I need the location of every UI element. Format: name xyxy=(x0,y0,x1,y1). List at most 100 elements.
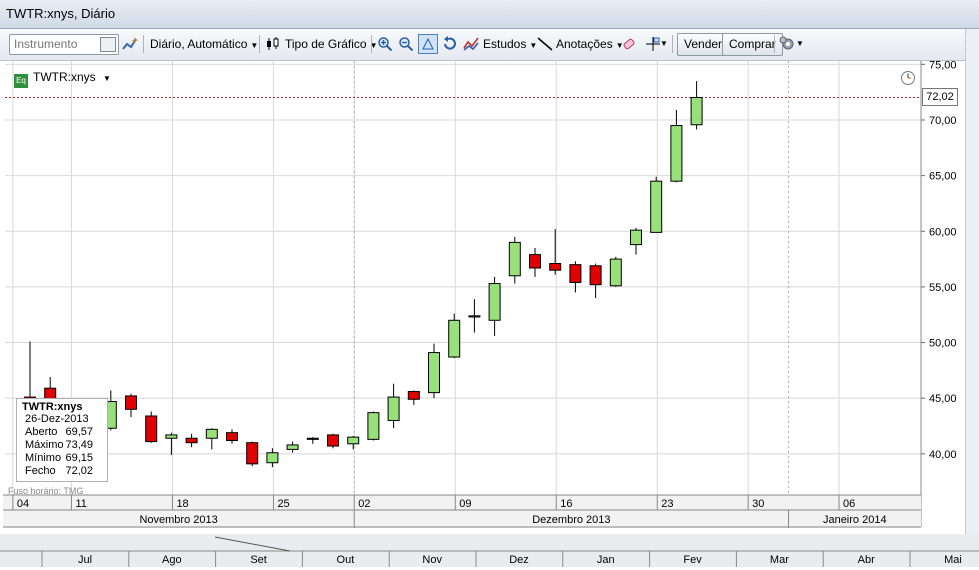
candle-body xyxy=(448,319,461,358)
candle xyxy=(529,247,541,277)
last-price-label: 72,02 xyxy=(922,88,958,106)
toolbar-separator xyxy=(259,35,260,53)
eraser-icon[interactable] xyxy=(621,36,637,52)
chevron-down-icon[interactable]: ▼ xyxy=(103,74,111,83)
candle xyxy=(327,433,339,449)
candle xyxy=(650,176,663,233)
tooltip-label: Aberto xyxy=(25,426,58,438)
timeline-month-label: Fev xyxy=(683,554,702,566)
candle xyxy=(488,276,501,336)
timeline-month-label: Out xyxy=(337,554,355,566)
chart-toolbar: + Diário, Automático▼ Tipo de Gráfico▼ E… xyxy=(0,29,979,61)
window-title: TWTR:xnys, Diário xyxy=(6,6,116,21)
tooltip-label: Fecho xyxy=(25,465,56,477)
chart-type-dropdown[interactable]: Tipo de Gráfico ▼ xyxy=(285,34,378,54)
zoom-out-icon[interactable] xyxy=(398,36,414,52)
chevron-down-icon[interactable]: ▼ xyxy=(660,34,668,54)
candle xyxy=(246,441,259,467)
x-tick-label: 04 xyxy=(17,498,29,510)
clock-icon[interactable] xyxy=(900,70,916,86)
candle xyxy=(690,81,703,130)
candle xyxy=(508,236,521,284)
candle xyxy=(589,263,602,299)
candle-body xyxy=(327,434,339,447)
candle xyxy=(630,227,642,255)
period-dropdown[interactable]: Diário, Automático ▼ xyxy=(150,34,258,54)
candle-body xyxy=(589,265,602,286)
y-tick-label: 60,00 xyxy=(929,226,957,238)
month-label: Dezembro 2013 xyxy=(532,514,610,526)
candle xyxy=(286,441,299,453)
timeline-month-label: Jan xyxy=(597,554,615,566)
timeline-month-label: Nov xyxy=(422,554,442,566)
candle-body xyxy=(650,180,663,233)
timeline-month-label: Mar xyxy=(770,554,789,566)
instrument-lookup-icon[interactable] xyxy=(100,37,116,52)
annotations-dropdown[interactable]: Anotações ▼ xyxy=(556,34,624,54)
candle-body xyxy=(306,437,319,440)
x-tick-label: 09 xyxy=(459,498,471,510)
candle-body xyxy=(690,97,703,126)
candle-body xyxy=(387,396,400,421)
reset-zoom-icon[interactable] xyxy=(442,36,458,52)
zoom-in-icon[interactable] xyxy=(377,36,393,52)
timeline-month-label: Ago xyxy=(162,554,182,566)
studies-dropdown[interactable]: Estudos ▼ xyxy=(483,34,537,54)
vertical-scrollbar[interactable] xyxy=(965,29,979,534)
tooltip-row: Mínimo 69,15 xyxy=(25,452,95,465)
month-label: Janeiro 2014 xyxy=(823,514,887,526)
candle-body xyxy=(508,241,521,277)
candle-body xyxy=(549,263,562,271)
svg-text:+: + xyxy=(131,36,138,46)
tooltip-value: 69,15 xyxy=(65,452,94,464)
tooltip-label: Máximo xyxy=(25,439,64,451)
candle xyxy=(569,261,582,293)
candle-body xyxy=(670,125,683,182)
tooltip-row: Fecho 72,02 xyxy=(25,465,95,478)
toolbar-separator xyxy=(672,35,673,53)
candle xyxy=(185,433,198,448)
auto-scroll-icon[interactable] xyxy=(418,34,438,54)
candle-body xyxy=(407,391,420,400)
candle-body xyxy=(630,229,642,246)
tooltip-label: Mínimo xyxy=(25,452,62,464)
timeline-month-label: Mai xyxy=(944,554,962,566)
candle-body xyxy=(185,437,198,444)
candle-body xyxy=(145,415,158,443)
y-tick-label: 40,00 xyxy=(929,449,957,461)
instrument-field[interactable] xyxy=(9,34,119,55)
candle-body xyxy=(125,395,137,410)
overview-timeline[interactable]: JulAgoSetOutNovDezJanFevMarAbrMaiJun xyxy=(0,534,979,567)
settings-gears-icon[interactable] xyxy=(779,36,795,52)
studies-label: Estudos xyxy=(483,37,527,51)
chart-type-label: Tipo de Gráfico xyxy=(285,37,367,51)
candle xyxy=(407,390,420,405)
overview-timeline-axis[interactable]: JulAgoSetOutNovDezJanFevMarAbrMaiJun xyxy=(0,534,979,567)
tooltip-value: 69,57 xyxy=(65,426,94,438)
add-instrument-icon[interactable]: + xyxy=(122,36,138,52)
chart-legend[interactable]: Eq TWTR:xnys ▼ xyxy=(14,68,111,88)
candle-body xyxy=(286,444,299,450)
annotations-label: Anotações xyxy=(556,37,613,51)
candle xyxy=(670,109,683,183)
y-tick-label: 55,00 xyxy=(929,282,957,294)
line-tool-icon xyxy=(537,37,553,51)
price-chart[interactable]: 75,00 70,00 65,00 60,00 55,00 50,00 45,00 40,00… xyxy=(3,59,972,528)
candle-body xyxy=(609,258,622,287)
candlestick-icon xyxy=(267,37,279,50)
tooltip-date: 26-Dez-2013 xyxy=(25,413,89,425)
crosshair-icon[interactable] xyxy=(645,36,661,52)
chevron-down-icon[interactable]: ▼ xyxy=(796,34,804,54)
period-label: Diário, Automático xyxy=(150,37,248,51)
y-tick-label: 70,00 xyxy=(929,115,957,127)
instrument-input[interactable] xyxy=(10,35,98,52)
chart-panel[interactable]: 75,00 70,00 65,00 60,00 55,00 50,00 45,00 40,00… xyxy=(3,59,972,528)
candle-body xyxy=(226,432,238,441)
x-tick-label: 30 xyxy=(752,498,764,510)
candle-body xyxy=(205,428,218,439)
candle-body xyxy=(569,264,582,283)
candle-body xyxy=(488,283,501,321)
candle xyxy=(468,299,481,333)
candle-body xyxy=(246,442,259,465)
candle-body xyxy=(468,315,481,318)
